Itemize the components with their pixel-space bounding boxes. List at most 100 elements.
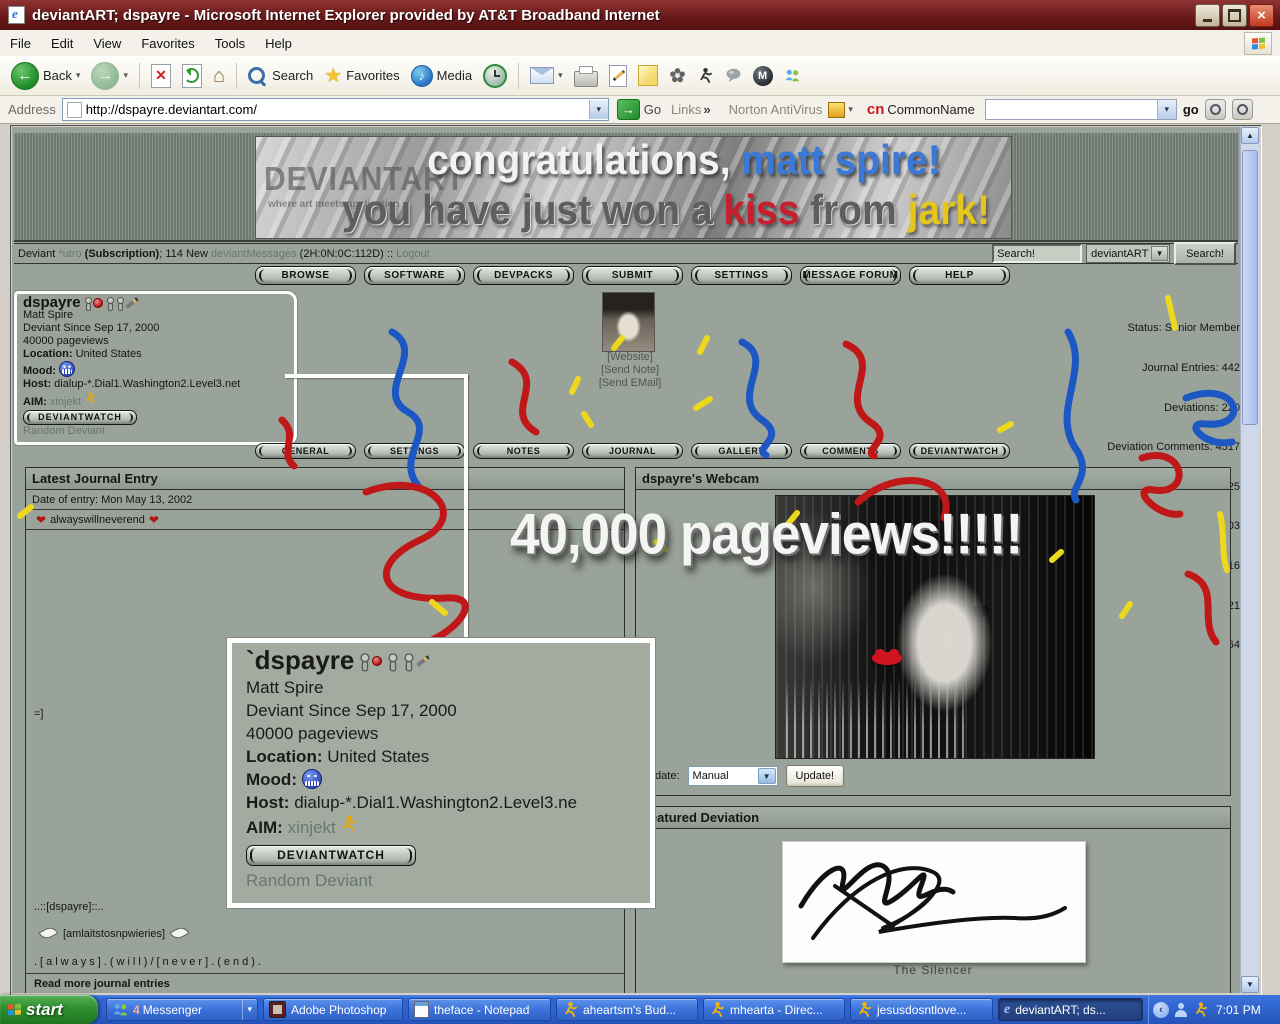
links-label[interactable]: Links bbox=[671, 102, 701, 117]
scroll-up-button[interactable]: ▲ bbox=[1241, 127, 1259, 144]
signature-artwork bbox=[798, 862, 1067, 940]
plugin-flower-button[interactable] bbox=[664, 65, 691, 86]
tray-chevron-icon[interactable]: ‹ bbox=[1153, 1001, 1169, 1018]
task-notepad[interactable]: theface - Notepad bbox=[408, 998, 551, 1021]
messenger-balloon-button[interactable] bbox=[720, 65, 747, 86]
media-m-button[interactable]: M bbox=[748, 64, 778, 88]
home-button[interactable]: ⌂ bbox=[208, 64, 230, 88]
pageviews-celebration-text: 40,000 pageviews!!!!! bbox=[510, 502, 1023, 567]
scroll-down-button[interactable]: ▼ bbox=[1241, 976, 1259, 993]
msn-people-icon bbox=[114, 1003, 127, 1016]
group-caret-icon[interactable]: ▾ bbox=[242, 999, 252, 1020]
site-search-button[interactable]: Search! bbox=[1174, 242, 1236, 265]
forward-button[interactable]: → ▾ bbox=[86, 60, 133, 92]
callout-line-horizontal bbox=[285, 374, 468, 378]
menu-help[interactable]: Help bbox=[255, 36, 302, 51]
update-button[interactable]: Update! bbox=[785, 765, 845, 787]
msn-messenger-button[interactable] bbox=[779, 65, 806, 86]
refresh-button[interactable] bbox=[177, 62, 207, 90]
deviantmessages-link[interactable]: deviantMessages bbox=[211, 248, 297, 260]
tab-help[interactable]: HELP bbox=[909, 266, 1010, 285]
mail-button[interactable]: ▾ bbox=[525, 65, 568, 86]
commonname-dropdown[interactable]: ▾ bbox=[1156, 100, 1176, 119]
random-deviant-link[interactable]: Random Deviant bbox=[23, 425, 288, 438]
tab-devpacks[interactable]: DEVPACKS bbox=[473, 266, 574, 285]
history-button[interactable] bbox=[478, 62, 512, 90]
commonname-browse-icon[interactable] bbox=[1231, 99, 1253, 120]
address-dropdown[interactable]: ▾ bbox=[588, 100, 608, 119]
featured-deviation-image[interactable] bbox=[782, 841, 1086, 963]
chevron-down-icon[interactable]: ▼ bbox=[1151, 246, 1169, 261]
menu-file[interactable]: File bbox=[0, 36, 41, 51]
search-button[interactable]: Search bbox=[243, 65, 318, 86]
tab-software[interactable]: SOFTWARE bbox=[364, 266, 465, 285]
favorites-button[interactable]: ★ Favorites bbox=[319, 64, 404, 88]
tab-message-forum[interactable]: MESSAGE FORUM bbox=[800, 266, 901, 285]
task-messenger[interactable]: 4 Messenger ▾ bbox=[106, 998, 258, 1021]
tab-submit[interactable]: SUBMIT bbox=[582, 266, 683, 285]
go-button-label[interactable]: Go bbox=[644, 102, 661, 117]
discuss-button[interactable] bbox=[633, 63, 663, 88]
chevron-down-icon[interactable]: ▼ bbox=[757, 768, 776, 784]
task-aim-chat-2[interactable]: jesusdosntlove... bbox=[850, 998, 993, 1021]
tab-comments[interactable]: COMMENTS bbox=[800, 443, 901, 459]
logout-link[interactable]: Logout bbox=[396, 248, 430, 260]
norton-label[interactable]: Norton AntiVirus bbox=[729, 102, 823, 117]
profile-host: dialup-*.Dial1.Washington2.Level3.net bbox=[54, 378, 241, 390]
send-note-link[interactable]: [Send Note] bbox=[555, 364, 705, 377]
close-button[interactable]: × bbox=[1249, 4, 1274, 27]
print-button[interactable] bbox=[569, 63, 603, 89]
commonname-input[interactable]: ▾ bbox=[984, 99, 1177, 120]
tab-profile-settings[interactable]: SETTINGS bbox=[364, 443, 465, 459]
profile-username: dspayre bbox=[23, 294, 81, 311]
deviant-badge-icon bbox=[105, 296, 114, 311]
site-search-input[interactable]: Search! bbox=[992, 244, 1083, 263]
links-chevron-icon[interactable]: » bbox=[703, 102, 710, 117]
address-input[interactable]: http://dspayre.deviantart.com/ ▾ bbox=[61, 98, 609, 121]
menu-tools[interactable]: Tools bbox=[205, 36, 255, 51]
popup-username: `dspayre bbox=[246, 645, 355, 675]
aim-button[interactable] bbox=[692, 65, 719, 86]
task-photoshop[interactable]: Adobe Photoshop bbox=[263, 998, 403, 1021]
media-button[interactable]: ♪ Media bbox=[406, 63, 477, 89]
task-aim-chat-1[interactable]: mhearta - Direc... bbox=[703, 998, 845, 1021]
back-button[interactable]: ← Back ▾ bbox=[6, 60, 85, 92]
website-link[interactable]: [Website] bbox=[555, 351, 705, 364]
tray-aim-icon[interactable] bbox=[1193, 1001, 1209, 1018]
task-aim-buddy[interactable]: aheartsm's Bud... bbox=[556, 998, 698, 1021]
read-more-link[interactable]: Read more journal entries bbox=[34, 978, 170, 990]
vertical-scrollbar[interactable]: ▲ ▼ bbox=[1240, 127, 1259, 993]
aim-running-man-icon bbox=[86, 391, 96, 404]
username-link[interactable]: *utro bbox=[58, 248, 81, 260]
avatar[interactable] bbox=[602, 292, 655, 352]
minimize-button[interactable] bbox=[1195, 4, 1220, 27]
commonname-go[interactable]: go bbox=[1183, 102, 1199, 117]
send-email-link[interactable]: [Send EMail] bbox=[555, 377, 705, 390]
go-button-icon[interactable]: → bbox=[616, 99, 640, 120]
tab-settings[interactable]: SETTINGS bbox=[691, 266, 792, 285]
stop-button[interactable]: ✕ bbox=[146, 62, 176, 90]
restore-button[interactable] bbox=[1222, 4, 1247, 27]
update-mode-select[interactable]: Manual ▼ bbox=[687, 766, 778, 786]
start-button[interactable]: start bbox=[0, 995, 98, 1024]
tab-general[interactable]: GENERAL bbox=[255, 443, 356, 459]
tray-buddy-icon[interactable] bbox=[1174, 1002, 1188, 1017]
commonname-search-icon[interactable] bbox=[1204, 99, 1226, 120]
edit-button[interactable] bbox=[604, 63, 632, 89]
tab-browse[interactable]: BROWSE bbox=[255, 266, 356, 285]
tab-journal[interactable]: JOURNAL bbox=[582, 443, 683, 459]
menu-favorites[interactable]: Favorites bbox=[131, 36, 204, 51]
deviantwatch-button[interactable]: DEVIANTWATCH bbox=[23, 410, 137, 425]
subscription-orb-icon bbox=[372, 655, 383, 666]
menu-edit[interactable]: Edit bbox=[41, 36, 83, 51]
aim-link[interactable]: xinjekt bbox=[50, 396, 81, 408]
menu-view[interactable]: View bbox=[83, 36, 131, 51]
tab-deviantwatch[interactable]: DEVIANTWATCH bbox=[909, 443, 1010, 459]
tab-gallery[interactable]: GALLERY bbox=[691, 443, 792, 459]
scroll-thumb[interactable] bbox=[1242, 150, 1258, 425]
tab-notes[interactable]: NOTES bbox=[473, 443, 574, 459]
search-scope-select[interactable]: deviantART ▼ bbox=[1086, 244, 1171, 263]
norton-icon[interactable] bbox=[828, 101, 846, 118]
task-ie-deviantart[interactable]: e deviantART; ds... bbox=[998, 998, 1143, 1021]
profile-location: United States bbox=[75, 348, 142, 360]
